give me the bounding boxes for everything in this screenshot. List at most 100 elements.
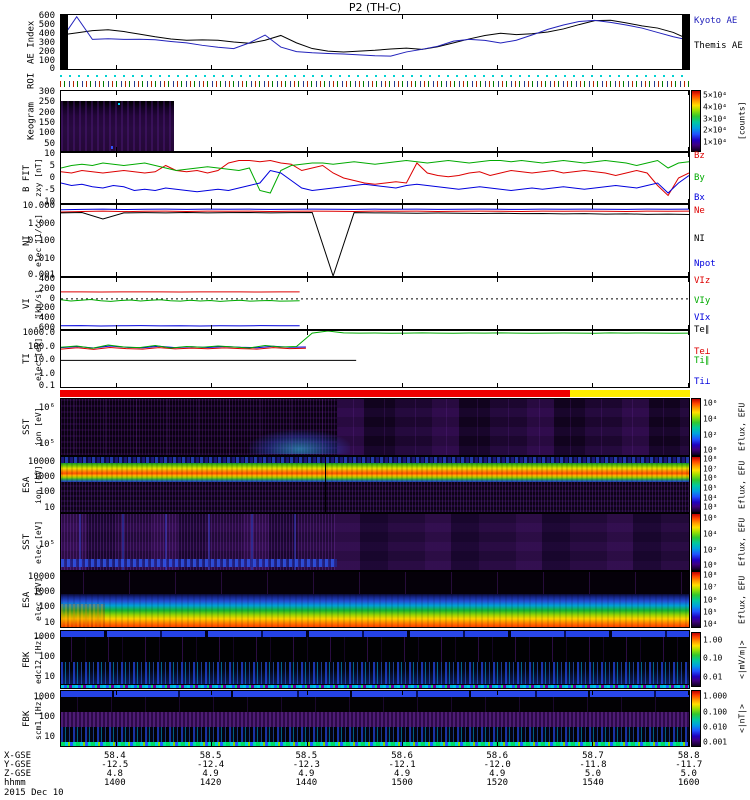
x-tick bbox=[687, 278, 689, 282]
x-tick bbox=[592, 65, 594, 69]
tick-label: 10² bbox=[703, 430, 718, 440]
tick-label: 10⁴ bbox=[703, 493, 718, 503]
page-title: P2 (TH-C) bbox=[348, 1, 402, 14]
fbk-edc12-spectrogram bbox=[60, 630, 690, 689]
tick-label: 10.000 bbox=[22, 201, 55, 212]
ephemeris-value: 1600 bbox=[677, 778, 700, 788]
flag-segment bbox=[570, 390, 690, 397]
plot-page: P2 (TH-C) AE Index 600 500 400 300 200 100 0 K… bbox=[0, 0, 750, 800]
fbk-scm1-dark-region bbox=[61, 696, 689, 712]
tick-label: 0.001 bbox=[703, 737, 728, 747]
ae-data-gap-bar-left bbox=[61, 15, 68, 69]
tick-label: 2×10⁴ bbox=[703, 125, 728, 135]
tick-label: 1000 bbox=[33, 587, 55, 598]
x-tick bbox=[687, 325, 689, 329]
tick-label: 0 bbox=[49, 64, 55, 75]
tick-label: 50 bbox=[44, 138, 55, 149]
tick-label: 10⁵ bbox=[703, 607, 718, 617]
x-tick bbox=[592, 199, 594, 203]
esa-ion-colorbar-ticks: 10⁸ 10⁷ 10⁶ 10⁵ 10⁴ 10³ bbox=[703, 454, 737, 513]
tick-label: 400 bbox=[38, 274, 55, 285]
fbk-edc12-colorbar bbox=[691, 632, 701, 687]
tick-label: 100 bbox=[38, 487, 55, 498]
x-tick bbox=[402, 691, 403, 695]
x-tick bbox=[687, 331, 689, 335]
x-tick bbox=[592, 205, 594, 209]
x-tick bbox=[402, 331, 403, 335]
sst-ion-spectrogram bbox=[60, 398, 690, 456]
x-tick bbox=[402, 272, 403, 276]
sst-elec-colorbar-ticks: 10⁶ 10⁴ 10² 10⁰ bbox=[703, 513, 737, 571]
ephemeris-row: Y-GSE -12.5 -12.4 -12.3 -12.1 -12.0 -11.8 -11.7 bbox=[0, 760, 750, 770]
esa-ion-colorbar bbox=[691, 456, 701, 513]
x-tick bbox=[211, 65, 213, 69]
tick-label: 4×10⁴ bbox=[703, 102, 728, 112]
bfit-ytick-labels: 10 5 0 -5 -10 bbox=[0, 148, 57, 208]
x-tick bbox=[496, 199, 498, 203]
x-tick bbox=[115, 15, 117, 19]
series-label: By bbox=[694, 173, 705, 183]
x-tick bbox=[115, 331, 117, 335]
tick-label: 0.1 bbox=[38, 381, 55, 392]
x-tick bbox=[402, 325, 403, 329]
series-Npot bbox=[61, 209, 689, 210]
tick-label: 10⁷ bbox=[703, 464, 718, 474]
sst-ion-ytick-labels: 10⁶ 10⁵ bbox=[0, 398, 57, 456]
sst-ion-right-blocks bbox=[337, 399, 689, 455]
x-tick bbox=[211, 383, 213, 387]
tick-label: 10⁴ bbox=[703, 414, 718, 424]
tick-label: 0.010 bbox=[703, 722, 728, 732]
x-tick bbox=[687, 272, 689, 276]
bfit-legend: Bz By Bx bbox=[694, 151, 748, 204]
tick-label: 0.01 bbox=[703, 672, 723, 682]
x-tick bbox=[402, 278, 403, 282]
ephemeris-value: 1520 bbox=[486, 778, 509, 788]
x-tick bbox=[496, 331, 498, 335]
tick-label: 10.0 bbox=[33, 355, 55, 366]
x-tick bbox=[211, 91, 213, 95]
x-tick bbox=[306, 153, 308, 157]
ephemeris-row: hhmm 1400 1420 1440 1500 1520 1540 1600 bbox=[0, 778, 750, 788]
x-tick bbox=[687, 205, 689, 209]
sst-elec-ytick-labels: 10⁵ bbox=[0, 513, 57, 571]
x-tick bbox=[306, 147, 308, 151]
x-tick bbox=[402, 147, 403, 151]
x-tick bbox=[592, 325, 594, 329]
keogram-ytick-labels: 300 250 200 150 100 50 bbox=[0, 87, 57, 152]
fbk-edc12-ytick-labels: 1000 100 10 bbox=[0, 630, 57, 689]
esa-ion-colorbar-unit: Eflux, EFU bbox=[737, 460, 747, 509]
x-tick bbox=[496, 691, 498, 695]
fbk-scm1-purple-band bbox=[61, 711, 689, 728]
series-VIy bbox=[61, 300, 300, 302]
x-tick bbox=[115, 199, 117, 203]
x-tick bbox=[496, 153, 498, 157]
x-tick bbox=[496, 91, 498, 95]
tick-label: 100 bbox=[38, 128, 55, 139]
tick-label: 10⁴ bbox=[703, 619, 718, 629]
tick-label: 10 bbox=[44, 148, 55, 159]
tick-label: 3×10⁴ bbox=[703, 114, 728, 124]
x-tick bbox=[687, 147, 689, 151]
tick-label: 100.0 bbox=[27, 341, 55, 352]
x-tick bbox=[306, 15, 308, 19]
x-tick bbox=[115, 153, 117, 157]
sst-ion-left-texture bbox=[61, 399, 338, 455]
ae-data-gap-bar-right bbox=[682, 15, 689, 69]
x-tick bbox=[211, 272, 213, 276]
x-tick bbox=[402, 153, 403, 157]
temperature-panel bbox=[60, 330, 690, 388]
tick-label: 0 bbox=[49, 293, 55, 304]
x-tick bbox=[306, 91, 308, 95]
sst-ion-bright-patch bbox=[249, 430, 350, 454]
x-tick bbox=[592, 147, 594, 151]
tick-label: -400 bbox=[33, 312, 55, 323]
tick-label: 1×10⁴ bbox=[703, 137, 728, 147]
esa-elec-spectrogram bbox=[60, 571, 690, 628]
x-tick bbox=[687, 383, 689, 387]
tick-label: 1000 bbox=[33, 691, 55, 702]
tick-label: 1000.0 bbox=[22, 327, 55, 338]
x-tick bbox=[496, 325, 498, 329]
series-Ne bbox=[61, 211, 689, 212]
tick-label: 250 bbox=[38, 97, 55, 108]
tick-label: 0.100 bbox=[27, 236, 55, 247]
